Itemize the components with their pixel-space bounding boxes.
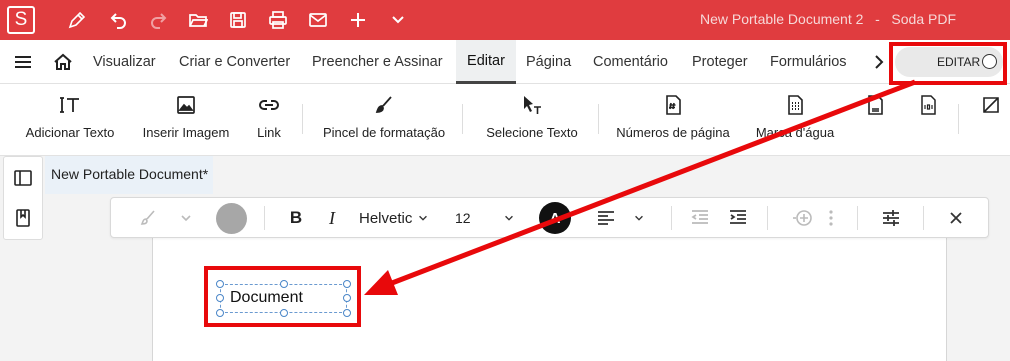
ribbon-divider: [302, 104, 303, 134]
add-circle-icon[interactable]: [787, 198, 817, 238]
hamburger-menu-icon[interactable]: [10, 49, 36, 75]
add-text-icon: [60, 97, 79, 113]
title-bar: S New Portable Document 2 - Soda PDF: [0, 0, 1010, 40]
adjust-settings-icon[interactable]: [877, 198, 905, 238]
close-icon[interactable]: [943, 198, 969, 238]
chevron-down-icon[interactable]: [627, 198, 651, 238]
format-brush-button[interactable]: Pincel de formatação: [316, 84, 452, 156]
text-format-toolbar: B I Helvetic 12 A: [110, 197, 989, 238]
indent-icon[interactable]: [725, 198, 751, 238]
pen-icon[interactable]: [64, 7, 90, 33]
page-numbers-label: Números de página: [616, 125, 730, 140]
link-icon: [259, 100, 279, 110]
font-family-select[interactable]: Helvetic: [359, 198, 441, 238]
format-brush-icon: [375, 96, 392, 113]
chevron-down-icon[interactable]: [173, 198, 199, 238]
mail-icon[interactable]: [305, 7, 331, 33]
undo-icon[interactable]: [105, 7, 131, 33]
add-text-button[interactable]: Adicionar Texto: [18, 84, 122, 156]
redo-icon[interactable]: [146, 7, 172, 33]
chevron-down-icon[interactable]: [385, 7, 411, 33]
document-tab[interactable]: New Portable Document*: [45, 156, 213, 194]
link-button[interactable]: Link: [246, 84, 292, 156]
open-folder-icon[interactable]: [185, 7, 211, 33]
left-side-panel: [3, 156, 43, 240]
ribbon-divider: [958, 104, 959, 134]
page-numbers-button[interactable]: Números de página: [612, 84, 734, 156]
tab-proteger[interactable]: Proteger: [692, 40, 748, 84]
soda-pdf-logo: S: [7, 6, 35, 34]
add-text-label: Adicionar Texto: [25, 125, 115, 140]
insert-image-label: Inserir Imagem: [142, 125, 230, 140]
bookmark-icon[interactable]: [10, 205, 36, 231]
page-number-icon: [666, 95, 681, 115]
annotation-highlight-text-box: [204, 266, 361, 327]
fill-color-swatch[interactable]: [213, 198, 249, 238]
panel-toggle-icon[interactable]: [10, 165, 36, 191]
bates-numbering-button[interactable]: [912, 84, 944, 156]
annotation-highlight-edit-toggle: [889, 42, 1007, 85]
text-color-button[interactable]: A: [537, 198, 573, 238]
plus-icon[interactable]: [345, 7, 371, 33]
toolbar-divider: [671, 206, 672, 230]
italic-button[interactable]: I: [319, 198, 345, 238]
remove-content-button[interactable]: [976, 84, 1006, 156]
tab-editar[interactable]: Editar: [456, 40, 516, 84]
toolbar-divider: [767, 206, 768, 230]
more-options-icon[interactable]: [823, 198, 839, 238]
edit-ribbon: Adicionar Texto Inserir Imagem Link Pinc…: [0, 84, 1010, 156]
font-size-select[interactable]: 12: [455, 198, 521, 238]
print-icon[interactable]: [265, 7, 291, 33]
tab-preencher-e-assinar[interactable]: Preencher e Assinar: [312, 40, 443, 84]
document-icon: [868, 95, 883, 115]
window-title: New Portable Document 2 - Soda PDF: [700, 11, 956, 27]
tab-formularios[interactable]: Formulários: [770, 40, 847, 84]
watermark-button[interactable]: Marca d'água: [750, 84, 840, 156]
ribbon-divider: [462, 104, 463, 134]
select-text-label: Selecione Texto: [486, 125, 578, 140]
highlight-brush-icon[interactable]: [133, 198, 163, 238]
toolbar-divider: [264, 206, 265, 230]
home-icon[interactable]: [50, 49, 76, 75]
watermark-label: Marca d'água: [755, 125, 835, 140]
toolbar-divider: [857, 206, 858, 230]
insert-image-button[interactable]: Inserir Imagem: [136, 84, 236, 156]
align-left-icon[interactable]: [593, 198, 619, 238]
tab-pagina[interactable]: Página: [526, 40, 571, 84]
watermark-icon: [788, 95, 803, 115]
binary-document-icon: [921, 95, 936, 115]
bold-button[interactable]: B: [283, 198, 309, 238]
link-label: Link: [257, 125, 281, 140]
image-icon: [177, 96, 195, 114]
font-size-value: 12: [455, 210, 471, 226]
header-footer-button[interactable]: [860, 84, 890, 156]
tab-visualizar[interactable]: Visualizar: [93, 40, 156, 84]
tab-criar-e-converter[interactable]: Criar e Converter: [179, 40, 290, 84]
no-edit-icon: [983, 97, 999, 113]
save-icon[interactable]: [225, 7, 251, 33]
font-family-value: Helvetic: [359, 209, 413, 227]
menu-bar: Visualizar Criar e Converter Preencher e…: [0, 40, 1010, 84]
ribbon-divider: [598, 104, 599, 134]
text-color-swatch: A: [539, 202, 571, 234]
tab-comentario[interactable]: Comentário: [593, 40, 668, 84]
select-text-button[interactable]: Selecione Texto: [478, 84, 586, 156]
outdent-icon[interactable]: [687, 198, 713, 238]
toolbar-divider: [923, 206, 924, 230]
select-text-icon: [524, 96, 541, 114]
format-brush-label: Pincel de formatação: [322, 125, 446, 140]
